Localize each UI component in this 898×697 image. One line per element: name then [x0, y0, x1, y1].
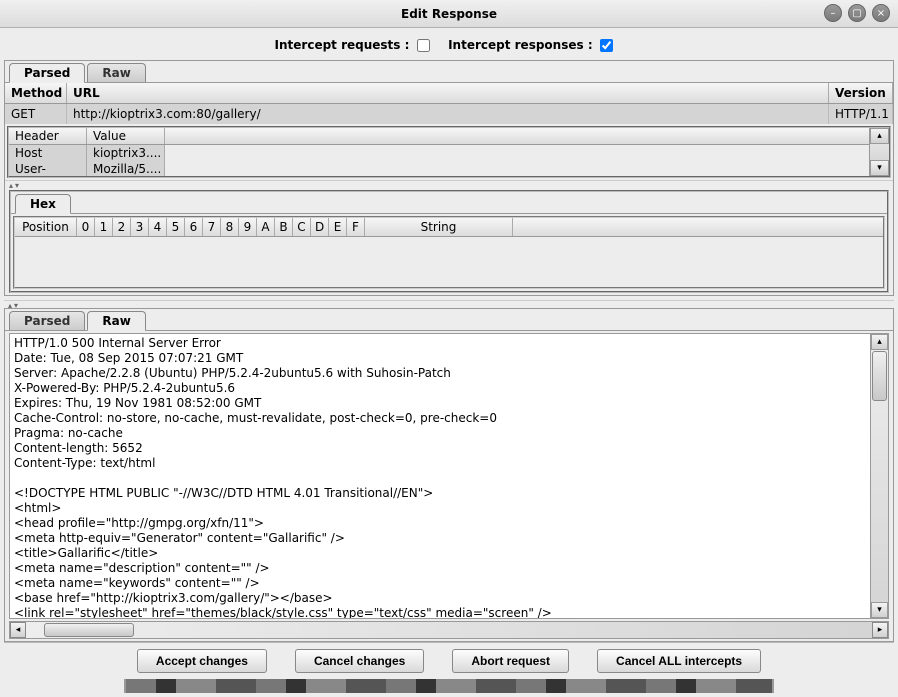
header-row[interactable]: Host kioptrix3.... [9, 145, 869, 161]
tab-request-raw[interactable]: Raw [87, 63, 145, 82]
scroll-thumb[interactable] [872, 351, 887, 401]
header-value[interactable]: Mozilla/5.... [87, 161, 165, 176]
header-name[interactable]: Host [9, 145, 87, 161]
request-tabs: Parsed Raw [5, 61, 893, 83]
splitter-handle[interactable]: ▴▾ [5, 180, 893, 188]
window-title: Edit Response [401, 7, 497, 21]
scroll-thumb[interactable] [44, 623, 134, 637]
hex-col-8: 8 [221, 218, 239, 236]
request-panel: Parsed Raw Method URL Version GET http:/… [4, 60, 894, 296]
response-horizontal-scrollbar[interactable]: ◂ ▸ [9, 621, 889, 639]
accept-changes-button[interactable]: Accept changes [137, 649, 267, 673]
tab-hex[interactable]: Hex [15, 194, 71, 214]
maximize-button[interactable]: ▢ [848, 4, 866, 22]
hex-col-e: E [329, 218, 347, 236]
col-header: Header [9, 128, 87, 144]
hex-header-row: Position 0 1 2 3 4 5 6 7 8 9 A B C D E F [15, 218, 883, 237]
request-version[interactable]: HTTP/1.1 [829, 104, 893, 124]
scroll-right-icon[interactable]: ▸ [872, 622, 888, 638]
hex-col-9: 9 [239, 218, 257, 236]
close-button[interactable]: × [872, 4, 890, 22]
hex-col-d: D [311, 218, 329, 236]
headers-scrollbar[interactable]: ▴ ▾ [869, 128, 889, 176]
request-line-row[interactable]: GET http://kioptrix3.com:80/gallery/ HTT… [5, 104, 893, 124]
background-strip [124, 679, 774, 693]
hex-col-0: 0 [77, 218, 95, 236]
intercept-requests-label: Intercept requests : [275, 38, 410, 52]
header-name[interactable]: User-Agent [9, 161, 87, 176]
hex-col-string: String [365, 218, 513, 236]
hex-col-7: 7 [203, 218, 221, 236]
header-row[interactable]: User-Agent Mozilla/5.... [9, 161, 869, 176]
window-titlebar: Edit Response – ▢ × [0, 0, 898, 28]
hex-col-2: 2 [113, 218, 131, 236]
header-value[interactable]: kioptrix3.... [87, 145, 165, 161]
hex-col-4: 4 [149, 218, 167, 236]
col-method: Method [5, 83, 67, 103]
minimize-button[interactable]: – [824, 4, 842, 22]
hex-col-1: 1 [95, 218, 113, 236]
response-vertical-scrollbar[interactable]: ▴ ▾ [870, 334, 888, 618]
request-line-header: Method URL Version [5, 83, 893, 104]
tab-response-parsed[interactable]: Parsed [9, 311, 85, 330]
tab-response-raw[interactable]: Raw [87, 311, 145, 331]
col-url: URL [67, 83, 829, 103]
hex-col-position: Position [15, 218, 77, 236]
splitter-handle[interactable]: ▴▾ [4, 300, 894, 308]
request-headers-panel: Header Value Host kioptrix3.... User-Age… [7, 126, 891, 178]
tab-request-parsed[interactable]: Parsed [9, 63, 85, 83]
intercept-requests-checkbox[interactable] [417, 39, 430, 52]
hex-col-3: 3 [131, 218, 149, 236]
hex-col-5: 5 [167, 218, 185, 236]
response-panel: Parsed Raw HTTP/1.0 500 Internal Server … [4, 308, 894, 642]
abort-request-button[interactable]: Abort request [452, 649, 569, 673]
hex-panel: Hex Position 0 1 2 3 4 5 6 7 8 9 A B [9, 190, 889, 293]
cancel-changes-button[interactable]: Cancel changes [295, 649, 424, 673]
hex-col-f: F [347, 218, 365, 236]
hex-body[interactable] [15, 237, 883, 287]
scroll-down-icon[interactable]: ▾ [870, 160, 889, 176]
cancel-all-intercepts-button[interactable]: Cancel ALL intercepts [597, 649, 761, 673]
hex-col-a: A [257, 218, 275, 236]
action-buttons: Accept changes Cancel changes Abort requ… [4, 642, 894, 679]
intercept-options: Intercept requests : Intercept responses… [4, 34, 894, 60]
scroll-up-icon[interactable]: ▴ [870, 128, 889, 144]
col-version: Version [829, 83, 893, 103]
scroll-down-icon[interactable]: ▾ [871, 602, 888, 618]
request-url[interactable]: http://kioptrix3.com:80/gallery/ [67, 104, 829, 124]
hex-col-c: C [293, 218, 311, 236]
request-method[interactable]: GET [5, 104, 67, 124]
intercept-responses-label: Intercept responses : [448, 38, 593, 52]
col-value: Value [87, 128, 165, 144]
scroll-up-icon[interactable]: ▴ [871, 334, 888, 350]
intercept-responses-checkbox[interactable] [600, 39, 613, 52]
scroll-left-icon[interactable]: ◂ [10, 622, 26, 638]
hex-col-b: B [275, 218, 293, 236]
hex-col-6: 6 [185, 218, 203, 236]
response-raw-text[interactable]: HTTP/1.0 500 Internal Server Error Date:… [10, 334, 870, 618]
